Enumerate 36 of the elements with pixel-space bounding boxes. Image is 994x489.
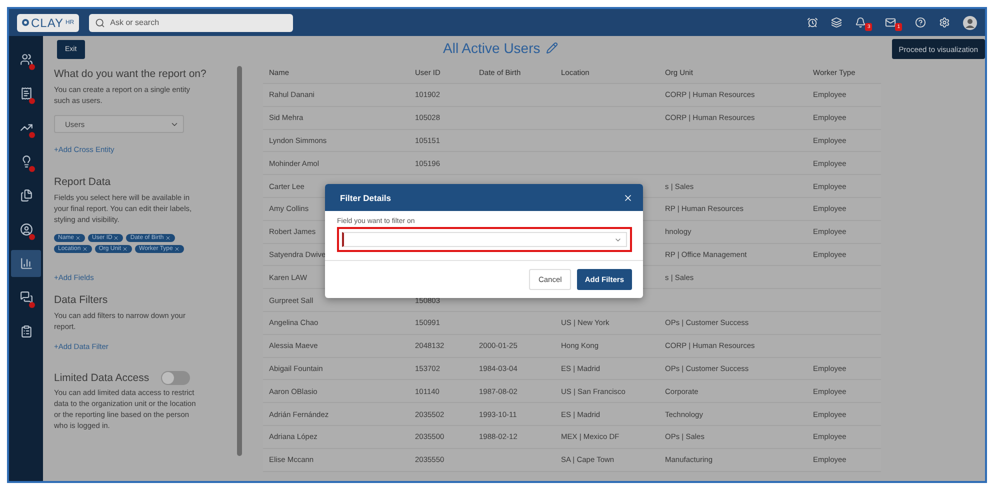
sidebar-item[interactable] xyxy=(11,250,41,277)
toggle-switch[interactable] xyxy=(161,371,190,385)
mail-icon[interactable] xyxy=(885,17,896,28)
lightbulb-icon xyxy=(20,155,32,168)
close-button[interactable] xyxy=(623,192,633,202)
user-circle-icon xyxy=(20,223,32,236)
chat-icon xyxy=(20,291,32,304)
clipboard-icon xyxy=(20,325,32,338)
remove-icon[interactable] xyxy=(174,246,180,252)
section-heading: Data Filters xyxy=(54,294,108,306)
remove-icon[interactable] xyxy=(113,235,120,241)
scrollbar[interactable] xyxy=(237,66,242,456)
dialog-title: Filter Details xyxy=(340,192,392,202)
files-icon xyxy=(20,189,32,202)
section-heading: Limited Data Access xyxy=(54,372,150,384)
layers-icon[interactable] xyxy=(831,17,842,28)
remove-icon[interactable] xyxy=(122,246,128,252)
settings-icon[interactable] xyxy=(939,17,950,28)
search-field[interactable]: Ask or search xyxy=(89,14,294,32)
search-icon xyxy=(95,18,106,28)
field-select[interactable] xyxy=(337,227,632,252)
close-icon xyxy=(623,192,633,202)
receipt-icon xyxy=(20,87,32,100)
remove-icon[interactable] xyxy=(164,235,171,241)
section-heading: What do you want the report on? xyxy=(54,68,206,80)
help-icon[interactable] xyxy=(915,17,926,28)
remove-icon[interactable] xyxy=(75,235,82,241)
bell-icon[interactable] xyxy=(855,17,866,28)
section-heading: Report Data xyxy=(54,176,111,188)
report-title: All Active Users xyxy=(443,40,540,56)
bar-chart-icon xyxy=(20,257,32,270)
alarm-clock-icon[interactable] xyxy=(807,17,818,28)
avatar[interactable] xyxy=(963,16,977,30)
users-icon xyxy=(20,53,32,66)
remove-icon[interactable] xyxy=(82,246,88,252)
pencil-icon[interactable] xyxy=(546,42,558,54)
